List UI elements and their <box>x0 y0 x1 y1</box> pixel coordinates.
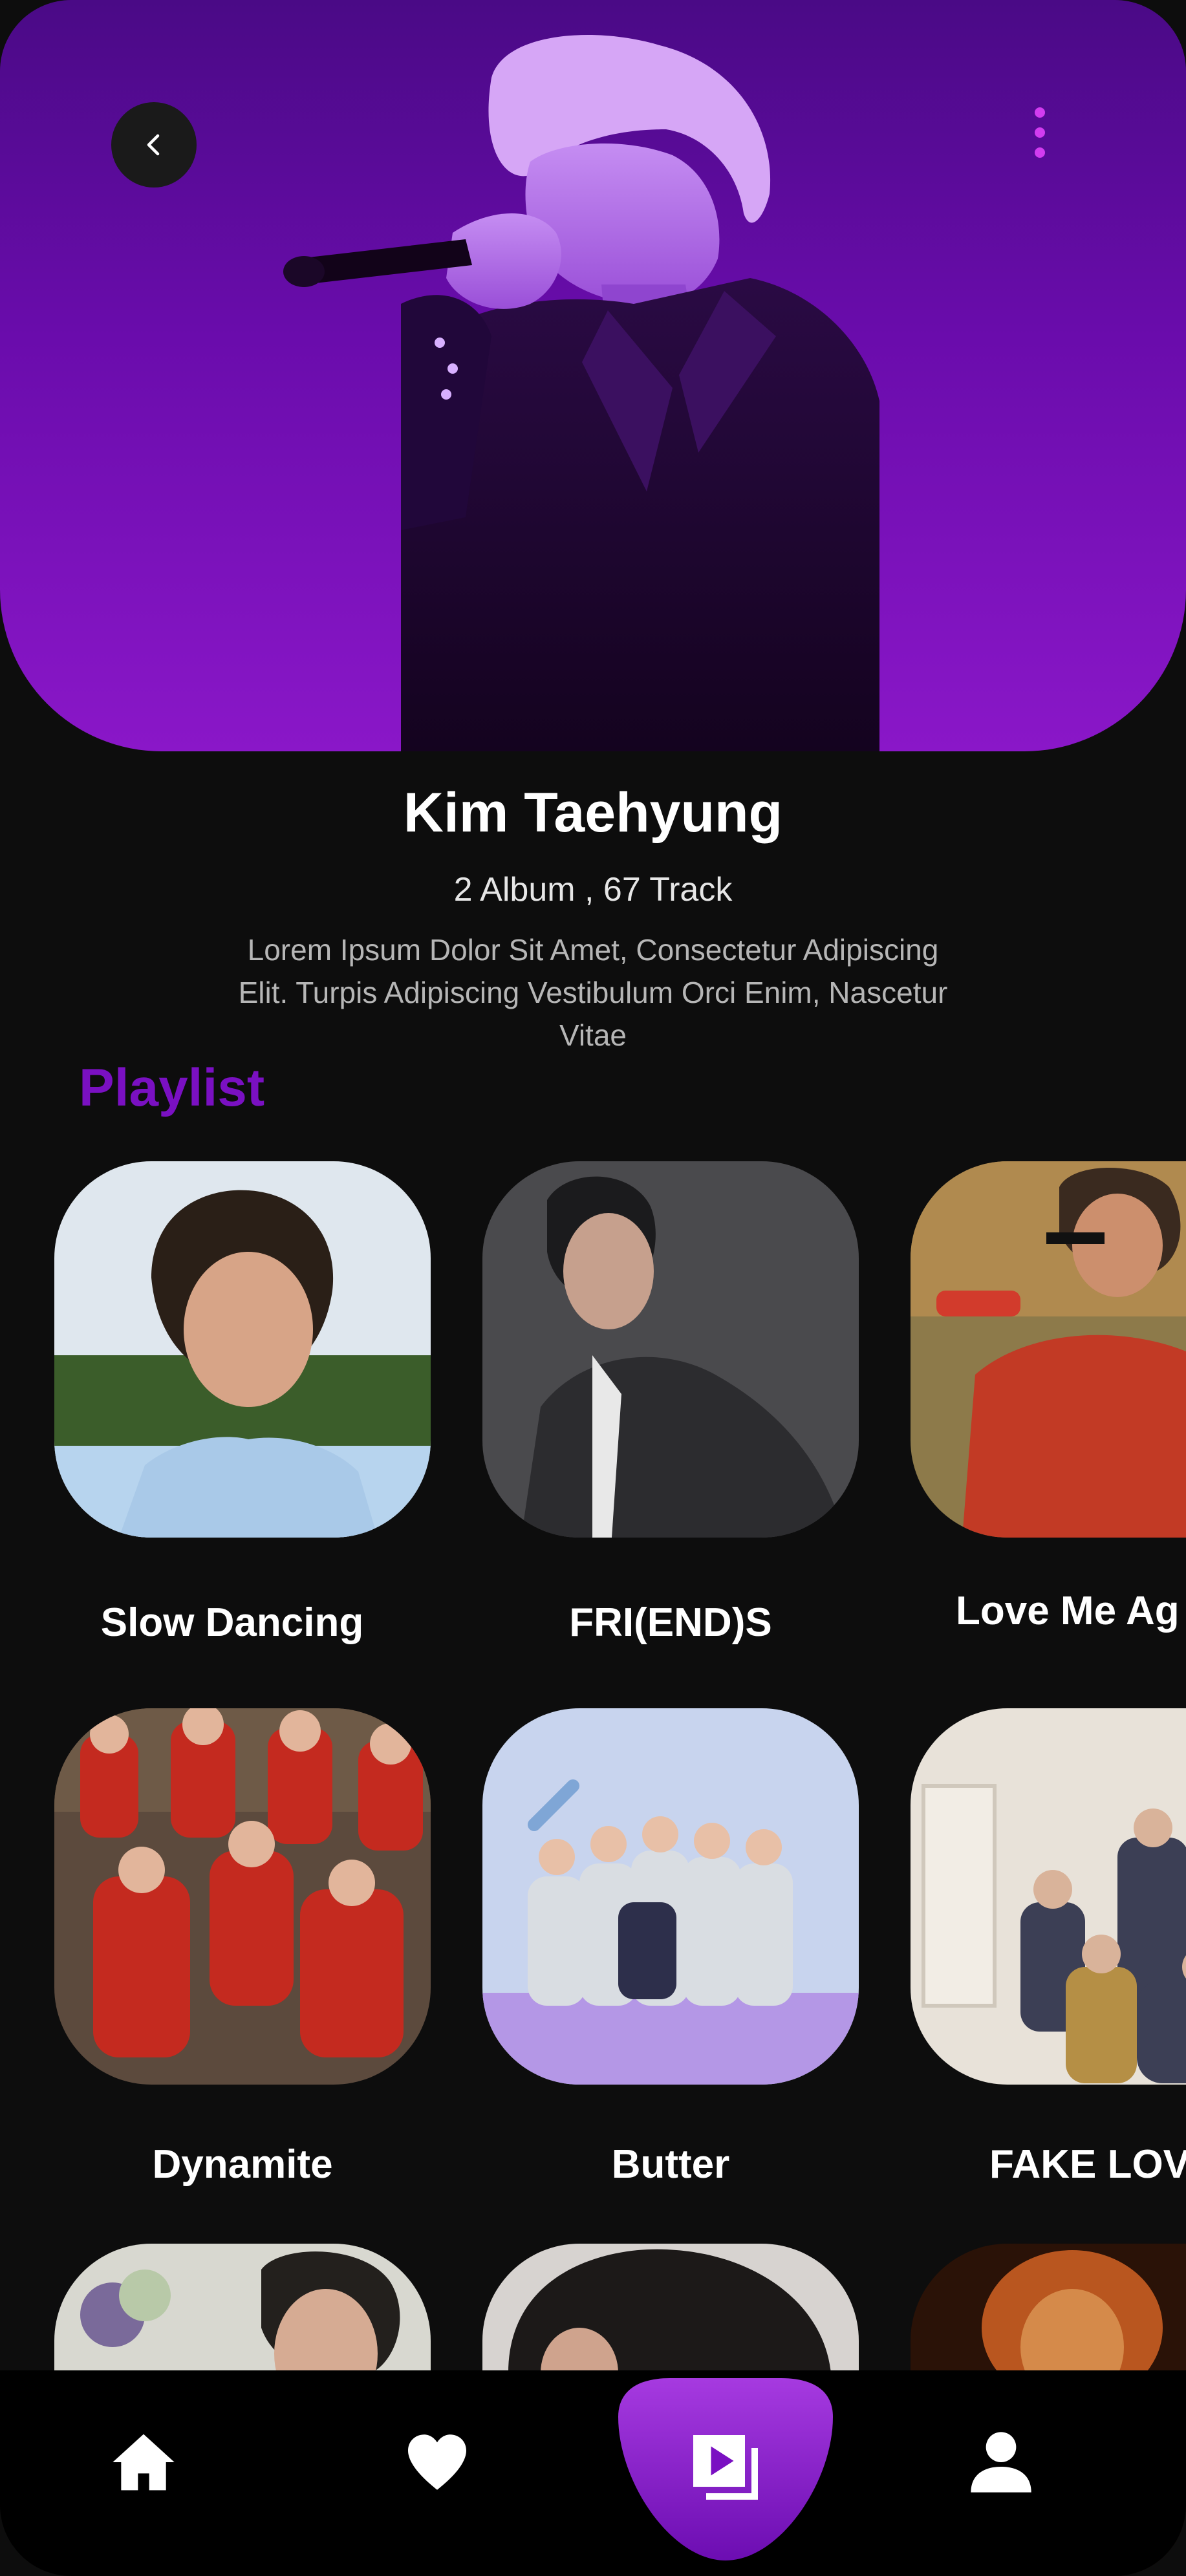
playlist-card-friends[interactable] <box>482 1161 859 1538</box>
playlist-card-slow-dancing[interactable] <box>54 1161 431 1538</box>
playlist-card-label[interactable]: Love Me Ag <box>956 1588 1180 1634</box>
playlist-card-dynamite[interactable] <box>54 1708 431 2085</box>
artist-screen: Kim Taehyung 2 Album , 67 Track Lorem Ip… <box>0 0 1186 2576</box>
playlist-card-fake-love[interactable] <box>911 1708 1186 2085</box>
playlist-card-label[interactable]: Butter <box>482 2141 859 2187</box>
playlist-section-title: Playlist <box>79 1058 265 1117</box>
playlist-card-label[interactable]: Slow Dancing <box>54 1600 410 1646</box>
album-cover-image <box>54 1708 431 2085</box>
vertical-dots-icon <box>1035 107 1045 118</box>
album-cover-image <box>482 1161 859 1538</box>
chevron-left-icon <box>147 134 160 156</box>
playlist-card-label[interactable]: FRI(END)S <box>482 1600 859 1646</box>
nav-playlist-button[interactable] <box>612 2378 839 2560</box>
album-cover-image <box>54 1161 431 1538</box>
playlist-card-label[interactable]: FAKE LOV <box>989 2141 1186 2187</box>
artist-description: Lorem Ipsum Dolor Sit Amet, Consectetur … <box>238 933 948 1052</box>
nav-favorites-button[interactable] <box>398 2423 476 2501</box>
artist-hero-image <box>0 0 1186 751</box>
playlist-card-butter[interactable] <box>482 1708 859 2085</box>
artist-name: Kim Taehyung <box>403 782 783 844</box>
album-cover-image <box>482 1708 859 2085</box>
nav-profile-button[interactable] <box>961 2422 1041 2502</box>
more-options-button[interactable] <box>1020 103 1059 162</box>
vertical-dot <box>1035 127 1045 138</box>
nav-home-button[interactable] <box>105 2423 182 2501</box>
album-cover-image <box>911 1708 1186 2085</box>
home-icon <box>113 2434 175 2491</box>
user-icon <box>971 2432 1031 2493</box>
playlist-card-love-me-again[interactable] <box>911 1161 1186 1538</box>
back-button[interactable] <box>111 102 197 188</box>
vertical-dot <box>1035 147 1045 158</box>
heart-icon <box>408 2434 466 2490</box>
playlist-card-label[interactable]: Dynamite <box>54 2141 431 2187</box>
artist-album-track-count: 2 Album , 67 Track <box>453 871 733 908</box>
album-cover-image <box>911 1161 1186 1538</box>
playlist-play-icon <box>693 2435 758 2500</box>
